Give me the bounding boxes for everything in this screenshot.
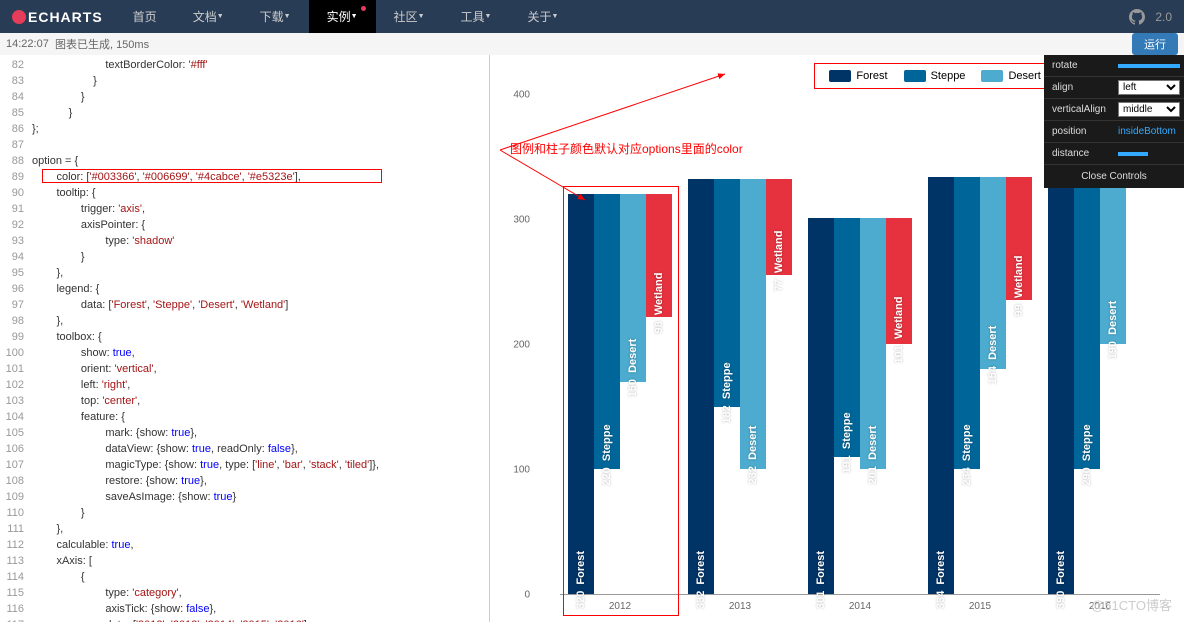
legend-Desert[interactable]: Desert (981, 70, 1040, 82)
nav-下载[interactable]: 下载 ▼ (242, 0, 309, 33)
bar-2012-Desert[interactable]: 150 Desert (620, 194, 646, 382)
bar-2015-Steppe[interactable]: 234 Steppe (954, 177, 980, 470)
ctrl-distance: distance (1048, 148, 1118, 159)
run-button[interactable]: 运行 (1132, 33, 1178, 55)
status-time: 14:22:07 (6, 38, 49, 50)
ctrl-rotate: rotate (1048, 60, 1118, 71)
valign-select[interactable]: middle (1118, 102, 1180, 117)
nav-实例[interactable]: 实例 ▼ (309, 0, 376, 33)
bar-2014-Desert[interactable]: 201 Desert (860, 218, 886, 469)
distance-slider[interactable] (1118, 152, 1148, 156)
ctrl-valign: verticalAlign (1048, 104, 1118, 115)
controls-panel[interactable]: rotate alignleft verticalAlignmiddle pos… (1044, 55, 1184, 188)
logo[interactable]: ECHARTS (0, 9, 115, 25)
status-msg: 图表已生成, 150ms (55, 36, 149, 52)
nav-工具[interactable]: 工具 ▼ (443, 0, 510, 33)
bar-2014-Forest[interactable]: 301 Forest (808, 218, 834, 594)
bar-2014-Steppe[interactable]: 191 Steppe (834, 218, 860, 457)
code-editor[interactable]: 82 textBorderColor: '#fff'83 }84 }85 }86… (0, 55, 490, 622)
bar-2013-Wetland[interactable]: 77 Wetland (766, 179, 792, 275)
position-value[interactable]: insideBottom (1118, 126, 1180, 137)
top-nav: ECHARTS 首页文档 ▼下载 ▼实例 ▼社区 ▼工具 ▼关于 ▼ 2.0 (0, 0, 1184, 33)
bar-2013-Forest[interactable]: 332 Forest (688, 179, 714, 594)
annotation-text: 图例和柱子颜色默认对应options里面的color (510, 140, 743, 157)
logo-icon (12, 10, 26, 24)
bar-2015-Desert[interactable]: 154 Desert (980, 177, 1006, 370)
bar-2013-Steppe[interactable]: 182 Steppe (714, 179, 740, 407)
bar-2015-Wetland[interactable]: 99 Wetland (1006, 177, 1032, 301)
bar-2014-Wetland[interactable]: 101 Wetland (886, 218, 912, 344)
align-select[interactable]: left (1118, 80, 1180, 95)
github-icon[interactable] (1129, 9, 1145, 25)
nav-首页[interactable]: 首页 (115, 0, 175, 33)
legend-Forest[interactable]: Forest (829, 70, 887, 82)
nav-社区[interactable]: 社区 ▼ (376, 0, 443, 33)
bar-2012-Steppe[interactable]: 220 Steppe (594, 194, 620, 469)
close-controls-button[interactable]: Close Controls (1044, 165, 1184, 188)
bar-2012-Wetland[interactable]: 98 Wetland (646, 194, 672, 317)
bar-2015-Forest[interactable]: 334 Forest (928, 177, 954, 595)
version: 2.0 (1155, 10, 1172, 24)
nav-关于[interactable]: 关于 ▼ (509, 0, 576, 33)
nav-文档[interactable]: 文档 ▼ (175, 0, 242, 33)
ctrl-align: align (1048, 82, 1118, 93)
bar-2013-Desert[interactable]: 232 Desert (740, 179, 766, 469)
legend-Steppe[interactable]: Steppe (904, 70, 966, 82)
logo-text: ECHARTS (28, 9, 103, 25)
rotate-slider[interactable] (1118, 64, 1180, 68)
ctrl-position: position (1048, 126, 1118, 137)
watermark: @51CTO博客 (1091, 595, 1172, 614)
chart-panel: ForestSteppeDesertWetland 0100200300400 … (490, 55, 1184, 622)
bar-2012-Forest[interactable]: 320 Forest (568, 194, 594, 594)
status-bar: 14:22:07 图表已生成, 150ms 运行 (0, 33, 1184, 55)
header-right: 2.0 (1117, 9, 1184, 25)
